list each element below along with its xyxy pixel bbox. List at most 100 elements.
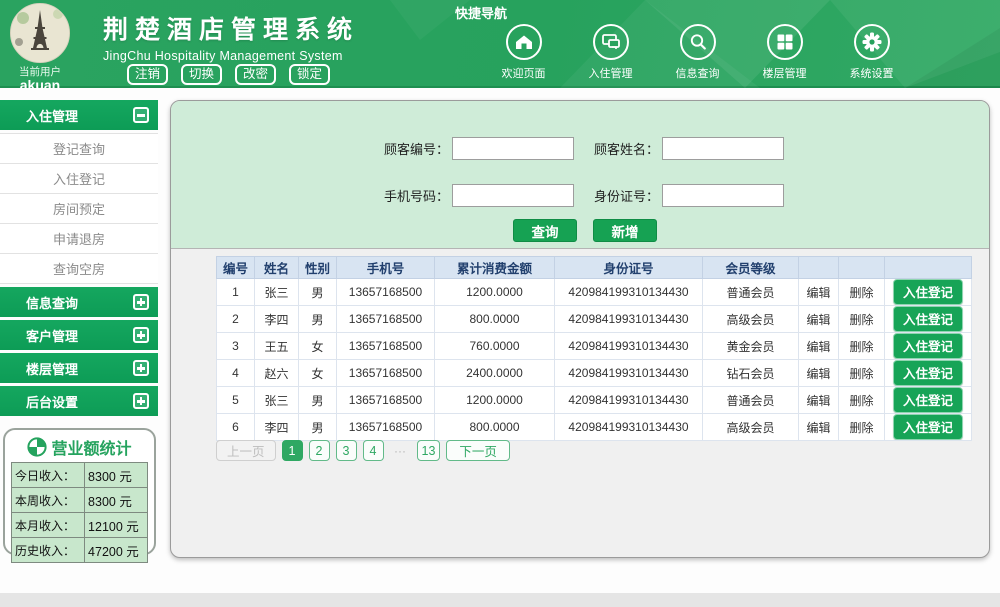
sidebar-subitem-1-3[interactable]: 房间预定 bbox=[0, 194, 158, 224]
stats-row-1: 今日收入： 8300 元 bbox=[10, 462, 148, 488]
page-button-13[interactable]: 13 bbox=[416, 440, 441, 461]
stats-label: 本月收入： bbox=[10, 512, 86, 538]
header-action-2[interactable]: 切换 bbox=[181, 64, 223, 85]
edit-link[interactable]: 编辑 bbox=[798, 305, 839, 333]
sidebar-subitem-1-1[interactable]: 登记查询 bbox=[0, 134, 158, 164]
cell-name: 张三 bbox=[254, 386, 299, 414]
revenue-stats-title-text: 营业额统计 bbox=[51, 441, 132, 458]
col-header-3: 性别 bbox=[298, 256, 337, 279]
cell-gender: 女 bbox=[298, 359, 337, 387]
nav-item-label: 信息查询 bbox=[675, 68, 720, 80]
edit-link[interactable]: 编辑 bbox=[798, 413, 839, 441]
nav-item-4[interactable]: 楼层管理 bbox=[741, 24, 828, 81]
page-button-1[interactable]: 1 bbox=[281, 440, 303, 461]
cell-level: 普通会员 bbox=[702, 278, 799, 306]
sidebar-subitem-1-2[interactable]: 入住登记 bbox=[0, 164, 158, 194]
cell-gender: 男 bbox=[298, 305, 337, 333]
edit-link[interactable]: 编辑 bbox=[798, 386, 839, 414]
checkin-button[interactable]: 入住登记 bbox=[892, 306, 963, 332]
eiffel-tower-logo[interactable] bbox=[10, 3, 70, 63]
cell-no: 3 bbox=[216, 332, 255, 360]
pie-chart-icon bbox=[27, 437, 48, 457]
header-action-4[interactable]: 锁定 bbox=[289, 64, 331, 85]
customer-no-label: 顾客编号： bbox=[383, 142, 449, 157]
next-page-button[interactable]: 下一页 bbox=[446, 440, 510, 461]
sidebar-section-4[interactable]: 楼层管理 bbox=[0, 353, 158, 383]
customer-no-input[interactable] bbox=[452, 137, 574, 160]
title-block: 荆楚酒店管理系统 JingChu Hospitality Management … bbox=[103, 10, 359, 63]
prev-page-button[interactable]: 上一页 bbox=[216, 440, 276, 461]
sidebar-section-2[interactable]: 信息查询 bbox=[0, 287, 158, 317]
nav-item-label: 入住管理 bbox=[588, 68, 633, 80]
expand-icon[interactable] bbox=[133, 360, 149, 376]
customer-table-body: 1 张三男 13657168500 1200.0000 4209841993101344… bbox=[216, 278, 972, 441]
delete-link[interactable]: 删除 bbox=[838, 305, 885, 333]
id-number-input[interactable] bbox=[662, 184, 784, 207]
sidebar-section-1[interactable]: 入住管理 bbox=[0, 100, 158, 130]
cell-level: 钻石会员 bbox=[702, 359, 799, 387]
checkin-button[interactable]: 入住登记 bbox=[892, 360, 963, 386]
nav-item-1[interactable]: 欢迎页面 bbox=[480, 24, 567, 81]
checkin-cell: 入住登记 bbox=[884, 359, 972, 387]
edit-link[interactable]: 编辑 bbox=[798, 278, 839, 306]
revenue-stats-table: 今日收入： 8300 元本周收入： 8300 元本月收入： 12100 元历史收入： 4… bbox=[10, 462, 148, 563]
nav-item-5[interactable]: 系统设置 bbox=[828, 24, 915, 81]
delete-link[interactable]: 删除 bbox=[838, 332, 885, 360]
nav-item-label: 系统设置 bbox=[849, 68, 894, 80]
checkin-button[interactable]: 入住登记 bbox=[892, 387, 963, 413]
search-icon bbox=[679, 24, 716, 60]
delete-link[interactable]: 删除 bbox=[838, 413, 885, 441]
id-number-label: 身份证号： bbox=[593, 189, 659, 204]
sidebar-subitem-1-5[interactable]: 查询空房 bbox=[0, 254, 158, 284]
cell-level: 高级会员 bbox=[702, 305, 799, 333]
expand-icon[interactable] bbox=[133, 327, 149, 343]
header-action-buttons: 注销 切换 改密 锁定 bbox=[127, 64, 331, 85]
col-header-1: 编号 bbox=[216, 256, 255, 279]
app-title: 荆楚酒店管理系统 bbox=[103, 16, 360, 44]
checkin-cell: 入住登记 bbox=[884, 278, 972, 306]
table-row: 3 王五女 13657168500 760.0000 42098419931013443… bbox=[216, 332, 972, 360]
phone-input[interactable] bbox=[452, 184, 574, 207]
sidebar-subitems: 登记查询 入住登记 房间预定 申请退房 查询空房 bbox=[0, 133, 158, 284]
stats-row-4: 历史收入： 47200 元 bbox=[10, 537, 148, 563]
pagination-ellipsis: ··· bbox=[394, 443, 407, 458]
table-row: 6 李四男 13657168500 800.0000 42098419931013443… bbox=[216, 413, 972, 441]
username: akuan bbox=[19, 77, 61, 93]
col-header-9 bbox=[838, 256, 885, 279]
cell-name: 赵六 bbox=[254, 359, 299, 387]
header-action-1[interactable]: 注销 bbox=[127, 64, 169, 85]
col-header-4: 手机号 bbox=[336, 256, 435, 279]
header-action-3[interactable]: 改密 bbox=[235, 64, 277, 85]
checkin-button[interactable]: 入住登记 bbox=[892, 279, 963, 305]
cell-name: 李四 bbox=[254, 305, 299, 333]
query-button[interactable]: 查询 bbox=[513, 219, 577, 242]
col-header-7: 会员等级 bbox=[702, 256, 799, 279]
customer-name-input[interactable] bbox=[662, 137, 784, 160]
sidebar-section-5[interactable]: 后台设置 bbox=[0, 386, 158, 416]
edit-link[interactable]: 编辑 bbox=[798, 332, 839, 360]
nav-item-2[interactable]: 入住管理 bbox=[567, 24, 654, 81]
stats-label: 历史收入： bbox=[10, 537, 86, 563]
delete-link[interactable]: 删除 bbox=[838, 278, 885, 306]
page-button-2[interactable]: 2 bbox=[308, 440, 330, 461]
delete-link[interactable]: 删除 bbox=[838, 359, 885, 387]
page-button-4[interactable]: 4 bbox=[362, 440, 384, 461]
delete-link[interactable]: 删除 bbox=[838, 386, 885, 414]
cell-id-number: 420984199310134430 bbox=[554, 278, 703, 306]
checkin-button[interactable]: 入住登记 bbox=[892, 414, 963, 440]
revenue-stats-panel: 营业额统计 今日收入： 8300 元本周收入： 8300 元本月收入： 12100 元… bbox=[3, 428, 156, 563]
collapse-icon[interactable] bbox=[133, 107, 149, 123]
expand-icon[interactable] bbox=[133, 393, 149, 409]
sidebar-section-3[interactable]: 客户管理 bbox=[0, 320, 158, 350]
page-button-3[interactable]: 3 bbox=[335, 440, 357, 461]
expand-icon[interactable] bbox=[133, 294, 149, 310]
sidebar-subitem-1-4[interactable]: 申请退房 bbox=[0, 224, 158, 254]
add-button[interactable]: 新增 bbox=[593, 219, 657, 242]
edit-link[interactable]: 编辑 bbox=[798, 359, 839, 387]
sidebar-section-label: 客户管理 bbox=[26, 328, 79, 344]
quick-nav-items: 欢迎页面 入住管理 信息查询 楼层管理 系统设置 bbox=[480, 24, 915, 81]
nav-item-3[interactable]: 信息查询 bbox=[654, 24, 741, 81]
checkin-cell: 入住登记 bbox=[884, 305, 972, 333]
checkin-button[interactable]: 入住登记 bbox=[892, 333, 963, 359]
cell-name: 李四 bbox=[254, 413, 299, 441]
